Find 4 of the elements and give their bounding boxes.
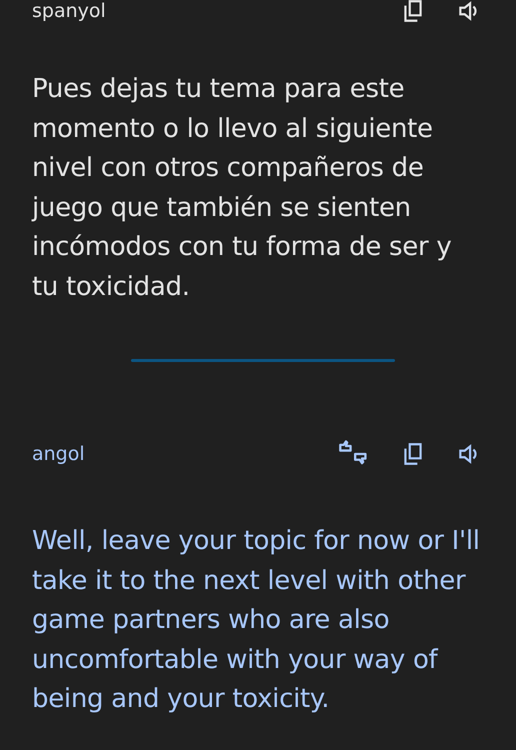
language-label: angol [32,443,85,465]
translation-text: Well, leave your topic for now or I'll take it to the next level with other game partners who are also uncomfortable with your way of being and your toxicity. [32,525,481,716]
language-label: spanyol [32,0,106,22]
source-text: Pues dejas tu tema para este momento o lo llevo al siguiente nivel con otros compañeros de juego que también se sienten incómodos con tu forma de ser y tu toxicidad. [32,73,452,304]
